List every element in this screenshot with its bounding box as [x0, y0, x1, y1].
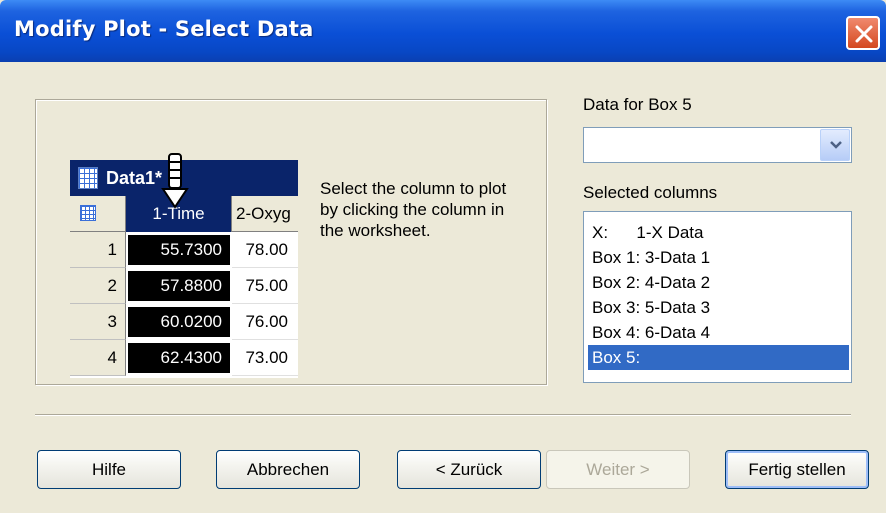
finish-button[interactable]: Fertig stellen	[725, 450, 869, 489]
list-item[interactable]: Box 2: 4-Data 2	[588, 270, 849, 295]
selected-columns-list[interactable]: X: 1-X Data Box 1: 3-Data 1 Box 2: 4-Dat…	[583, 211, 852, 383]
table-row: 2 57.8800 75.00	[70, 268, 298, 304]
list-item-selected[interactable]: Box 5:	[588, 345, 849, 370]
worksheet-icon	[78, 167, 98, 189]
chevron-down-icon	[830, 141, 842, 149]
separator	[35, 414, 851, 416]
help-button[interactable]: Hilfe	[37, 450, 181, 489]
cell-time[interactable]: 62.4300	[128, 343, 230, 373]
data-for-label: Data for Box 5	[583, 95, 692, 114]
cell-oxygen[interactable]: 78.00	[232, 232, 298, 268]
title-bar[interactable]: Modify Plot - Select Data	[0, 0, 886, 62]
close-button[interactable]	[846, 16, 880, 50]
data-for-dropdown[interactable]	[583, 127, 852, 163]
table-row: 4 62.4300 73.00	[70, 340, 298, 376]
next-button[interactable]: Weiter >	[546, 450, 690, 489]
column-header-oxygen[interactable]: 2-Oxyg	[232, 196, 298, 232]
row-number: 3	[70, 304, 126, 340]
selected-columns-label: Selected columns	[583, 183, 718, 202]
worksheet-corner	[70, 196, 126, 232]
cell-time[interactable]: 57.8800	[128, 271, 230, 301]
dropdown-button[interactable]	[820, 129, 850, 161]
cell-time[interactable]: 55.7300	[128, 235, 230, 265]
back-button[interactable]: < Zurück	[397, 450, 541, 489]
cell-oxygen[interactable]: 76.00	[232, 304, 298, 340]
table-row: 1 55.7300 78.00	[70, 232, 298, 268]
table-row: 3 60.0200 76.00	[70, 304, 298, 340]
cell-oxygen[interactable]: 75.00	[232, 268, 298, 304]
list-item[interactable]: Box 3: 5-Data 3	[588, 295, 849, 320]
cancel-button[interactable]: Abbrechen	[216, 450, 360, 489]
column-select-cursor-icon	[161, 153, 189, 209]
row-number: 1	[70, 232, 126, 268]
instruction-text: Select the column to plot by clicking th…	[320, 179, 507, 240]
list-item[interactable]: Box 4: 6-Data 4	[588, 320, 849, 345]
row-number: 4	[70, 340, 126, 376]
row-number: 2	[70, 268, 126, 304]
cell-oxygen[interactable]: 73.00	[232, 340, 298, 376]
cell-time[interactable]: 60.0200	[128, 307, 230, 337]
list-item[interactable]: Box 1: 3-Data 1	[588, 245, 849, 270]
close-icon	[855, 25, 873, 43]
grid-icon	[80, 205, 96, 221]
worksheet-title: Data1*	[106, 168, 163, 188]
list-item[interactable]: X: 1-X Data	[588, 220, 849, 245]
window-title: Modify Plot - Select Data	[14, 17, 314, 41]
